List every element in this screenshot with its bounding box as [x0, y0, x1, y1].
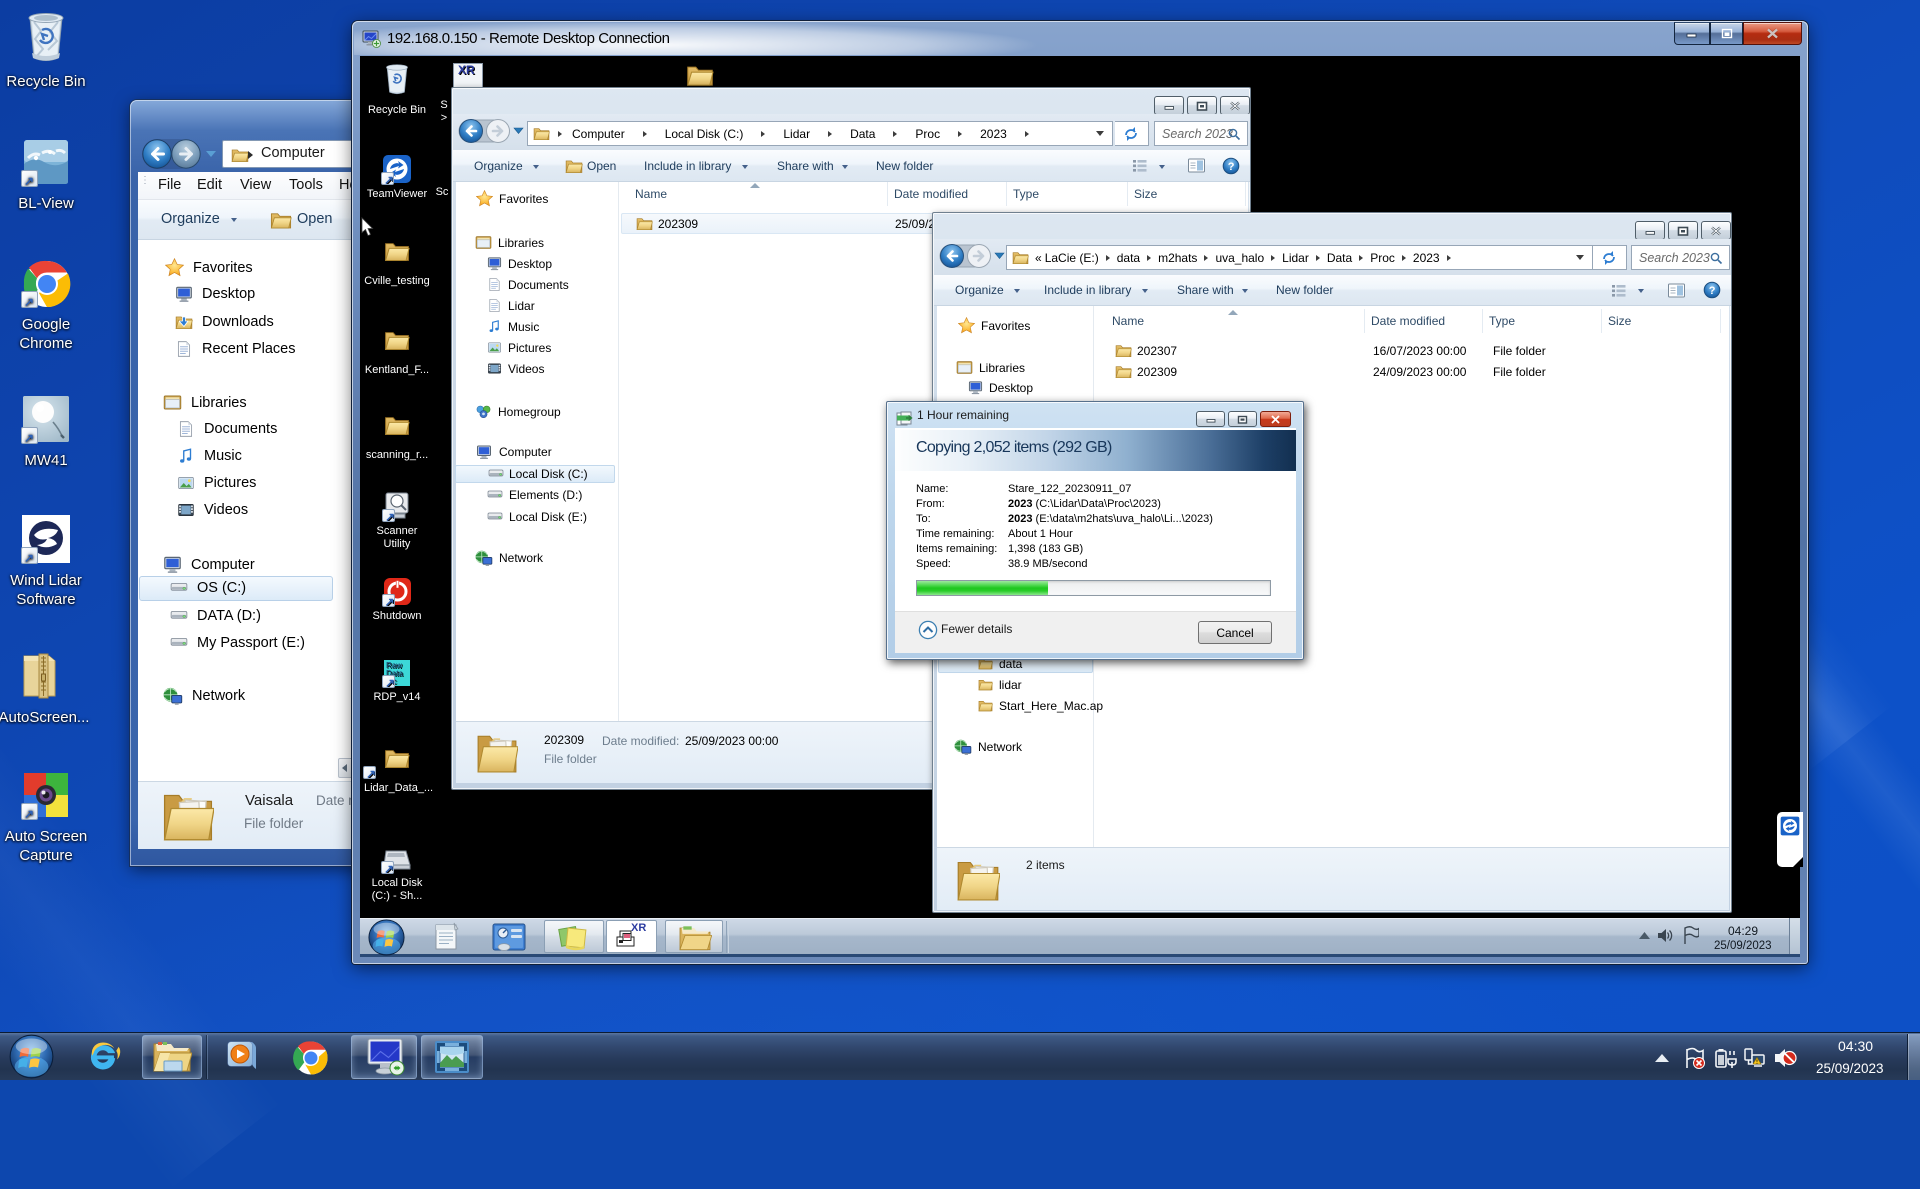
svg-text:?: ?	[1228, 161, 1235, 173]
svg-text:?: ?	[1709, 285, 1716, 297]
